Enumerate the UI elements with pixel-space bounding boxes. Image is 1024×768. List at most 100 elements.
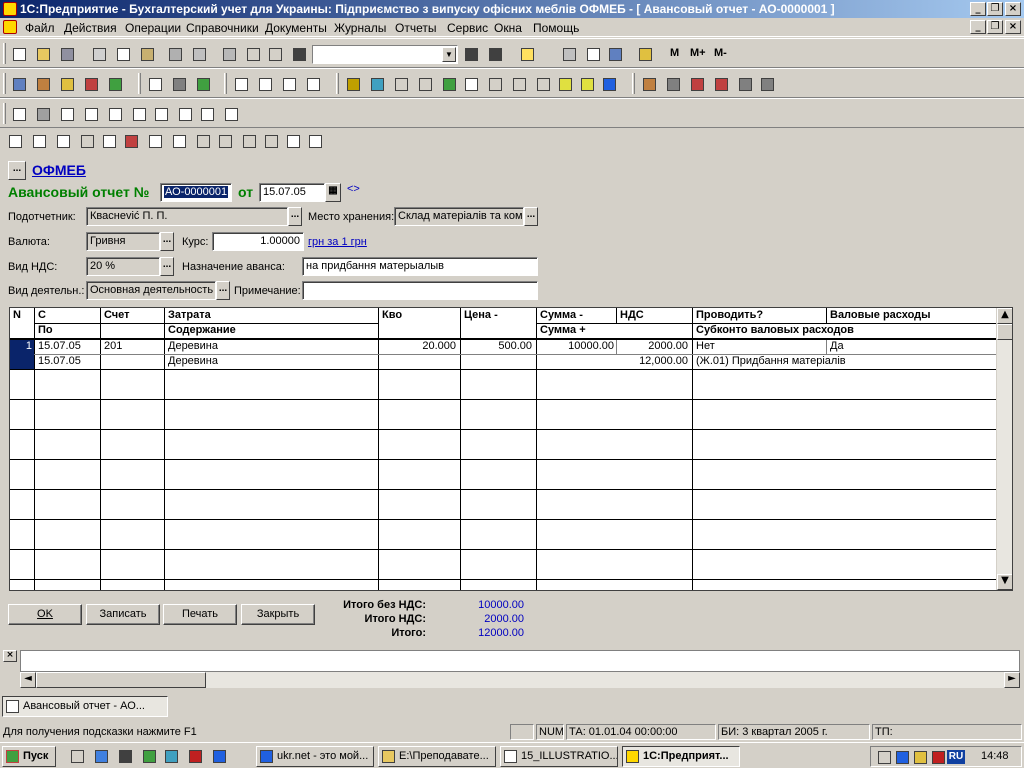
grid-icon[interactable] [462,75,480,93]
cell-sum-plus[interactable]: 12,000.00 [540,355,688,367]
vat-type-field[interactable]: 20 % [86,257,160,276]
report-9-icon[interactable] [198,105,216,123]
volume-icon[interactable] [875,748,891,766]
menu-actions[interactable]: Действия [64,21,117,35]
vat-type-select-button[interactable]: ... [160,257,174,276]
memory-button[interactable]: M [670,47,679,59]
balance-icon[interactable] [440,75,458,93]
cancel-row-icon[interactable] [122,132,140,150]
minimize-icon[interactable]: _ [970,2,986,16]
copy-icon[interactable] [114,45,132,63]
entries-icon[interactable] [34,75,52,93]
sort-desc-icon[interactable] [262,132,280,150]
book-icon[interactable] [636,45,654,63]
tmc-icon[interactable] [146,75,164,93]
cell-subconto[interactable]: (Ж.01) Придбання матеріалів [696,355,846,367]
task-word[interactable]: 15_ILLUSTRATIO... [500,746,618,767]
delete-row-icon[interactable] [100,132,118,150]
desktop-icon[interactable] [68,747,86,765]
undo-icon[interactable] [244,45,262,63]
help-icon[interactable] [518,45,536,63]
items-table[interactable]: N С Счет Затрата Кво Цена - Сумма - НДС … [9,307,1013,591]
tab-advance-report[interactable]: Авансовый отчет - АО... [2,696,168,717]
cut-icon[interactable] [90,45,108,63]
memory-subtract-button[interactable]: M- [714,47,727,59]
cell-content[interactable]: Деревина [168,355,218,367]
outlook-icon[interactable] [92,747,110,765]
print-button[interactable]: Печать [163,604,237,625]
xear-icon[interactable] [911,748,927,766]
accountable-select-button[interactable]: ... [288,207,302,226]
task-browser[interactable]: ukr.net - это мой... [256,746,374,767]
wrench-icon[interactable] [712,75,730,93]
doc-number-field[interactable]: АО-0000001 [160,183,232,202]
ok-button[interactable]: OK [8,604,82,625]
chart-of-accounts-icon[interactable] [10,75,28,93]
clear-icon[interactable] [146,132,164,150]
restore-icon[interactable]: ❐ [987,2,1003,16]
save-button[interactable]: Записать [86,604,160,625]
cash-icon[interactable] [170,75,188,93]
cell-post[interactable]: Нет [696,340,715,352]
currency-icon[interactable] [194,75,212,93]
vertical-scrollbar[interactable]: ▲ ▼ [996,308,1012,590]
task-explorer[interactable]: E:\Преподавате... [378,746,496,767]
h-scroll-thumb[interactable] [36,672,206,688]
memory-add-button[interactable]: M+ [690,47,706,59]
report-4-icon[interactable] [82,105,100,123]
mdi-restore-icon[interactable]: ❐ [987,20,1003,34]
message-close-icon[interactable]: × [3,650,17,662]
invoice-icon[interactable] [256,75,274,93]
rate-unit-link[interactable]: грн за 1 грн [308,236,367,248]
report-7-icon[interactable] [152,105,170,123]
n-icon[interactable] [510,75,528,93]
cell-account[interactable]: 201 [104,340,122,352]
folder-icon[interactable] [344,75,362,93]
preview-icon[interactable] [190,45,208,63]
cell-gross[interactable]: Да [830,340,844,352]
arrow-down-icon[interactable] [216,132,234,150]
rate-field[interactable]: 1.00000 [212,232,304,251]
cmd-icon[interactable] [116,747,134,765]
calendar-button-icon[interactable]: ▦ [325,183,341,202]
close-button[interactable]: Закрыть [241,604,315,625]
storage-select-button[interactable]: ... [524,207,538,226]
report-1-icon[interactable] [10,105,28,123]
cell-qty[interactable]: 20.000 [382,340,456,352]
language-indicator[interactable]: RU [947,750,965,764]
redo-icon[interactable] [266,45,284,63]
cell-from[interactable]: 15.07.05 [38,340,81,352]
minus-icon[interactable] [416,75,434,93]
kaspersky-icon[interactable] [929,748,945,766]
menu-documents[interactable]: Документы [265,21,327,35]
people-icon[interactable] [664,75,682,93]
storage-field[interactable]: Склад матеріалів та ком [394,207,524,226]
mdi-minimize-icon[interactable]: _ [970,20,986,34]
task-1c[interactable]: 1С:Предприят... [622,746,740,767]
org-button[interactable]: ... [8,161,26,180]
sync-icon[interactable] [606,45,624,63]
save-icon[interactable] [58,45,76,63]
close-icon[interactable]: × [1005,2,1021,16]
vc-icon[interactable] [893,748,909,766]
arrow-up-icon[interactable] [194,132,212,150]
ie-icon[interactable] [210,747,228,765]
copy-doc-icon[interactable] [368,75,386,93]
new-icon[interactable] [10,45,28,63]
operations-icon[interactable] [82,75,100,93]
menu-service[interactable]: Сервис [447,21,488,35]
nn-icon[interactable] [534,75,552,93]
cell-price[interactable]: 500.00 [464,340,532,352]
plus-icon[interactable] [392,75,410,93]
nav-arrows[interactable]: <> [347,183,360,195]
scroll-down-icon[interactable]: ▼ [997,574,1012,590]
report-5-icon[interactable] [106,105,124,123]
note-field[interactable] [302,281,538,300]
folder-quick-icon[interactable] [162,747,180,765]
scroll-left-icon[interactable]: ◄ [20,672,36,688]
menu-help[interactable]: Помощь [533,21,579,35]
help-row-icon[interactable] [284,132,302,150]
list-icon[interactable] [232,75,250,93]
report-3-icon[interactable] [58,105,76,123]
purpose-field[interactable]: на придбання матерыалыв [302,257,538,276]
